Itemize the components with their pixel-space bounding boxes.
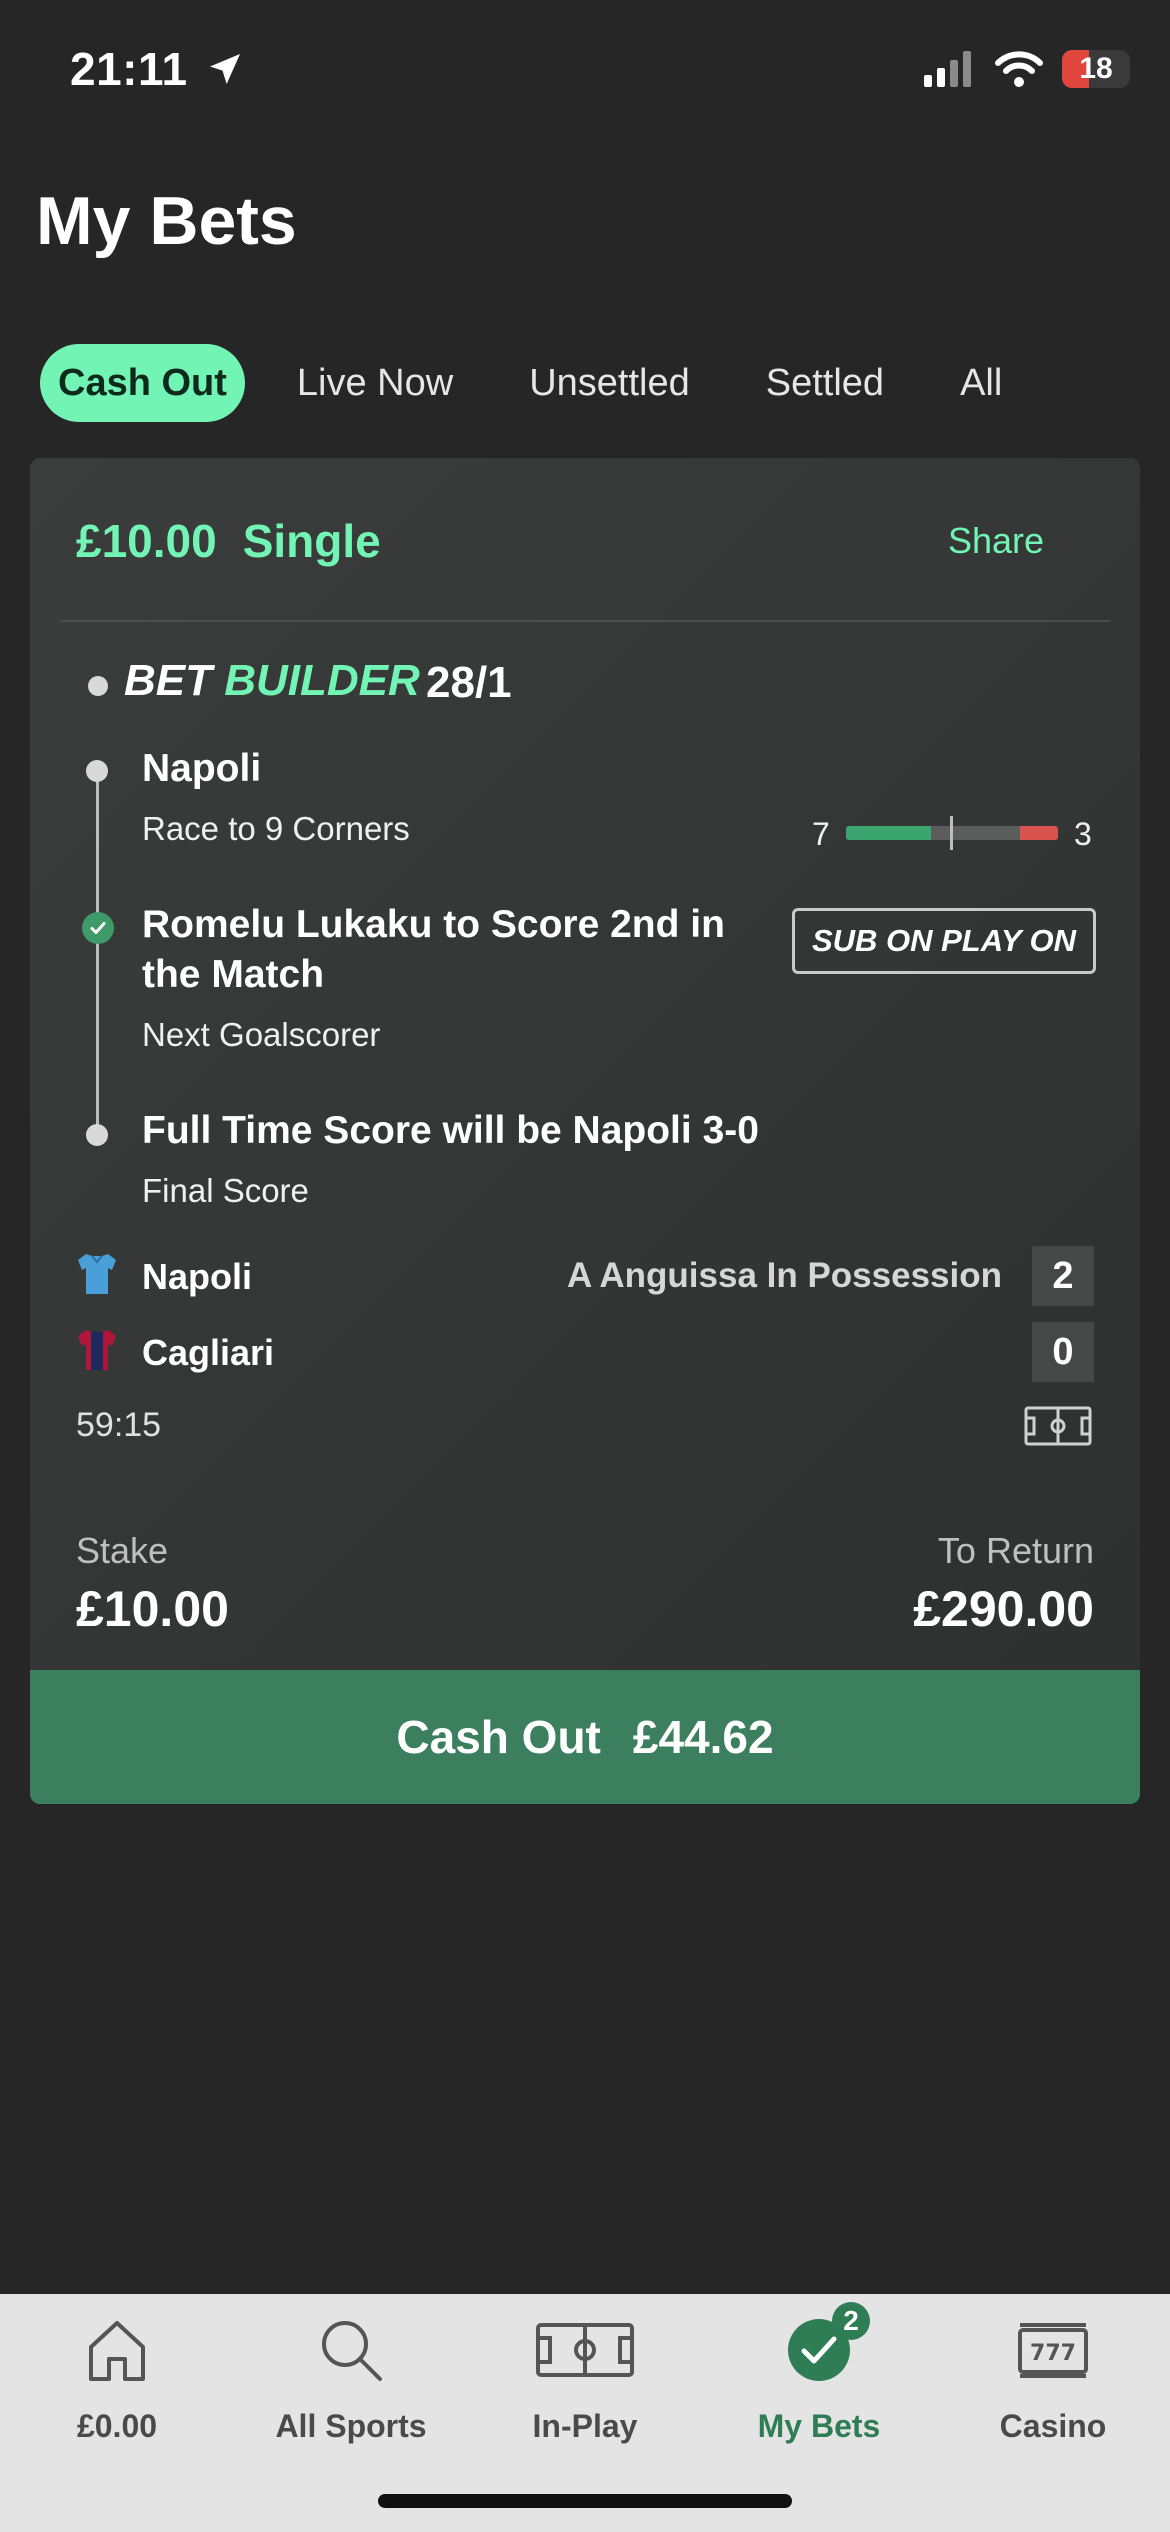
corners-progress-bar	[846, 816, 1058, 850]
bet-header: £10.00 Single	[76, 514, 381, 568]
divider	[60, 620, 1110, 622]
home-indicator	[378, 2494, 792, 2508]
nav-casino[interactable]: 777 Casino	[936, 2310, 1170, 2445]
to-return-value: £290.00	[913, 1581, 1094, 1637]
status-icons: 18	[924, 50, 1130, 88]
corners-away-count: 3	[1074, 816, 1092, 852]
leg-status-dot	[86, 760, 108, 782]
home-icon	[89, 2321, 145, 2381]
stake-label: Stake	[76, 1530, 169, 1571]
stake-value: £10.00	[76, 1581, 229, 1637]
nav-all-sports[interactable]: All Sports	[234, 2310, 468, 2445]
wifi-icon	[995, 51, 1043, 87]
cash-out-button[interactable]: Cash Out £44.62	[30, 1670, 1140, 1804]
bet-builder-title: BET BUILDER	[124, 656, 420, 705]
search-icon	[322, 2321, 382, 2381]
status-time: 21:11	[70, 42, 245, 96]
nav-home[interactable]: £0.00	[0, 2310, 234, 2445]
leg-market: Next Goalscorer	[142, 1016, 381, 1053]
battery-icon: 18	[1062, 50, 1130, 88]
tab-unsettled[interactable]: Unsettled	[491, 344, 728, 422]
leg-market: Race to 9 Corners	[142, 810, 410, 847]
leg-title: Romelu Lukaku to Score 2nd in the Match	[142, 903, 725, 996]
location-arrow-icon	[209, 54, 240, 84]
home-team-name: Napoli	[142, 1256, 253, 1297]
home-score: 2	[1032, 1246, 1094, 1306]
cash-out-label: Cash Out	[396, 1711, 601, 1763]
corners-away-fill	[1019, 826, 1058, 840]
nav-in-play[interactable]: In-Play	[468, 2310, 702, 2445]
cash-out-amount: £44.62	[632, 1711, 774, 1763]
signal-icon	[924, 51, 971, 87]
pitch-icon	[536, 2323, 634, 2377]
to-return-label: To Return	[937, 1530, 1094, 1571]
match-tracker-pitch-icon[interactable]	[1024, 1406, 1092, 1446]
leg-title: Napoli	[142, 747, 262, 790]
leg-status-dot	[86, 1124, 108, 1146]
slot-machine-icon: 777	[1018, 2323, 1088, 2378]
leg-won-check-icon	[82, 912, 114, 944]
corners-home-count: 7	[812, 816, 830, 852]
tab-settled[interactable]: Settled	[728, 344, 922, 422]
corners-target-tick	[950, 816, 953, 850]
leg-market: Final Score	[142, 1172, 309, 1209]
my-bets-count-badge: 2	[832, 2302, 870, 2340]
share-button[interactable]: Share	[948, 520, 1044, 562]
away-score: 0	[1032, 1322, 1094, 1382]
bet-builder-dot	[88, 676, 108, 696]
napoli-shirt-icon	[78, 1254, 116, 1294]
tab-live-now[interactable]: Live Now	[259, 344, 491, 422]
leg-title: Full Time Score will be Napoli 3-0	[142, 1109, 759, 1152]
corners-home-fill	[846, 826, 931, 840]
sub-on-play-on-badge[interactable]: SUB ON PLAY ON	[792, 908, 1096, 974]
bet-stake: £10.00	[76, 515, 217, 567]
bet-type: Single	[242, 515, 381, 567]
tab-cash-out[interactable]: Cash Out	[40, 344, 245, 422]
bets-tabs: Cash Out Live Now Unsettled Settled All	[40, 344, 1002, 422]
match-clock: 59:15	[76, 1406, 162, 1444]
nav-my-bets[interactable]: 2 My Bets	[702, 2302, 936, 2445]
leg-timeline	[96, 772, 99, 1134]
tab-all[interactable]: All	[922, 344, 1002, 422]
bet-odds: 28/1	[426, 658, 512, 707]
possession-status: A Anguissa In Possession	[566, 1256, 1002, 1295]
svg-text:777: 777	[1030, 2341, 1076, 2366]
cagliari-shirt-icon	[78, 1330, 116, 1370]
away-team-name: Cagliari	[142, 1332, 275, 1373]
page-title: My Bets	[36, 183, 297, 259]
